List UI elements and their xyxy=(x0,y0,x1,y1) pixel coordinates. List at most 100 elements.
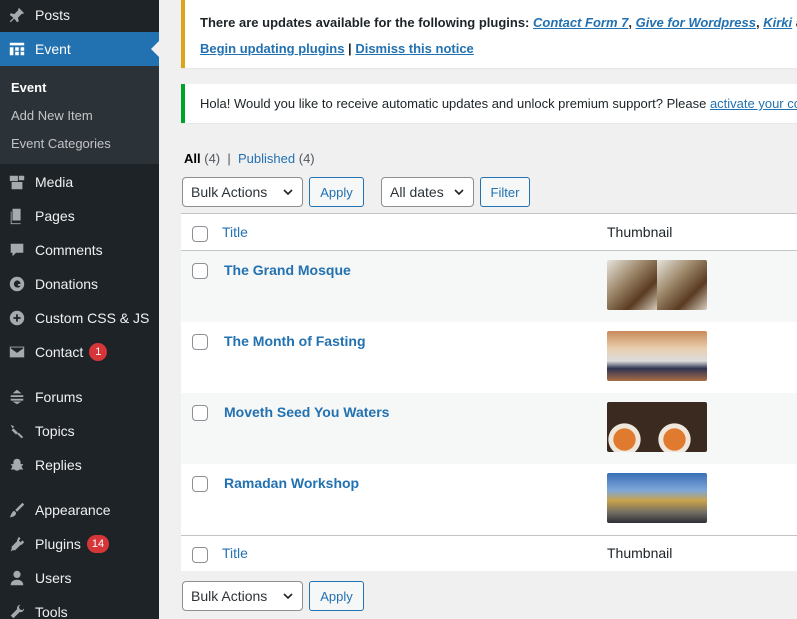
hola-text: Hola! Would you like to receive automati… xyxy=(200,96,710,111)
plugin-link-kirki[interactable]: Kirki xyxy=(763,15,792,30)
sidebar-item-label: Users xyxy=(35,570,72,586)
plug-icon xyxy=(7,534,27,554)
sidebar-item-label: Posts xyxy=(35,7,71,23)
pages-icon xyxy=(7,206,27,226)
wrench-icon xyxy=(7,602,27,619)
sidebar-item-label: Replies xyxy=(35,457,82,473)
subsubsub-views: All (4) | Published (4) xyxy=(184,151,315,166)
updates-actions: Begin updating plugins | Dismiss this no… xyxy=(200,41,474,56)
column-thumbnail-footer: Thumbnail xyxy=(607,545,673,561)
sidebar-item-topics[interactable]: Topics xyxy=(0,414,159,448)
column-title-header[interactable]: Title xyxy=(222,224,248,240)
bulk-actions-value: Bulk Actions xyxy=(191,588,268,604)
media-icon xyxy=(7,172,27,192)
grid-icon xyxy=(7,39,27,59)
column-thumbnail-header: Thumbnail xyxy=(607,224,673,240)
sidebar-item-appearance[interactable]: Appearance xyxy=(0,493,159,527)
begin-updating-link[interactable]: Begin updating plugins xyxy=(200,41,344,56)
row-checkbox[interactable] xyxy=(192,334,208,350)
submenu-item-categories[interactable]: Event Categories xyxy=(11,136,111,151)
plugin-link-give[interactable]: Give for Wordpress xyxy=(636,15,756,30)
activate-copy-link[interactable]: activate your copy xyxy=(710,96,797,111)
row-title-link[interactable]: The Grand Mosque xyxy=(224,262,351,278)
row-title-link[interactable]: Moveth Seed You Waters xyxy=(224,404,389,420)
comment-icon xyxy=(7,240,27,260)
sidebar-item-contact[interactable]: Contact 1 xyxy=(0,335,159,369)
sidebar-item-pages[interactable]: Pages xyxy=(0,199,159,233)
sidebar-item-label: Plugins xyxy=(35,536,81,552)
thumbnail-image xyxy=(607,260,657,310)
select-all-checkbox[interactable] xyxy=(192,226,208,242)
sidebar-item-label: Appearance xyxy=(35,502,111,518)
sidebar-item-label: Media xyxy=(35,174,74,190)
brush-icon xyxy=(7,500,27,520)
sidebar-item-event[interactable]: Event xyxy=(0,32,159,66)
submenu-item-event[interactable]: Event xyxy=(11,80,46,95)
admin-sidebar: Posts Event Event Add New Item Event Cat… xyxy=(0,0,159,619)
sidebar-item-label: Contact xyxy=(35,344,84,360)
submenu-item-add-new[interactable]: Add New Item xyxy=(11,108,93,123)
apply-button-bottom[interactable]: Apply xyxy=(309,581,364,611)
row-thumbnail xyxy=(607,331,707,381)
sidebar-item-label: Custom CSS & JS xyxy=(35,310,150,326)
sidebar-item-replies[interactable]: Replies xyxy=(0,448,159,482)
table-row: Moveth Seed You Waters xyxy=(181,393,797,464)
plugin-updates-notice: There are updates available for the foll… xyxy=(181,0,797,68)
sidebar-item-comments[interactable]: Comments xyxy=(0,233,159,267)
pin-icon xyxy=(7,5,27,25)
apply-button-top[interactable]: Apply xyxy=(309,177,364,207)
sidebar-item-plugins[interactable]: Plugins 14 xyxy=(0,527,159,561)
forums-icon xyxy=(7,387,27,407)
view-all-count: (4) xyxy=(204,151,221,166)
row-title-link[interactable]: Ramadan Workshop xyxy=(224,475,359,491)
column-title-footer[interactable]: Title xyxy=(222,545,248,561)
user-icon xyxy=(7,568,27,588)
table-row: The Grand Mosque xyxy=(181,251,797,322)
topics-icon xyxy=(7,421,27,441)
row-thumbnail xyxy=(607,402,707,452)
sidebar-item-media[interactable]: Media xyxy=(0,165,159,199)
sidebar-item-donations[interactable]: Donations xyxy=(0,267,159,301)
sidebar-item-tools[interactable]: Tools xyxy=(0,595,159,619)
sidebar-item-label: Event xyxy=(35,41,71,57)
bulk-actions-value: Bulk Actions xyxy=(191,184,268,200)
date-filter-select[interactable]: All dates xyxy=(381,177,474,207)
view-published[interactable]: Published xyxy=(238,151,295,166)
row-thumbnail xyxy=(607,260,707,310)
filter-button[interactable]: Filter xyxy=(480,177,530,207)
sidebar-item-label: Tools xyxy=(35,604,68,619)
row-title-link[interactable]: The Month of Fasting xyxy=(224,333,366,349)
sidebar-item-posts[interactable]: Posts xyxy=(0,0,159,32)
table-header: Title Thumbnail xyxy=(181,214,797,251)
plus-circle-icon xyxy=(7,308,27,328)
thumbnail-image xyxy=(607,402,657,452)
event-submenu: Event Add New Item Event Categories xyxy=(0,66,159,164)
row-checkbox[interactable] xyxy=(192,405,208,421)
sidebar-item-label: Forums xyxy=(35,389,83,405)
separator: , xyxy=(628,15,636,30)
sidebar-item-users[interactable]: Users xyxy=(0,561,159,595)
updates-suffix: and xyxy=(792,15,797,30)
chevron-down-icon xyxy=(283,189,293,196)
dismiss-notice-link[interactable]: Dismiss this notice xyxy=(355,41,473,56)
plugins-update-badge: 14 xyxy=(86,535,110,553)
select-all-checkbox-bottom[interactable] xyxy=(192,547,208,563)
sidebar-item-custom-css-js[interactable]: Custom CSS & JS xyxy=(0,301,159,335)
bulk-actions-select-bottom[interactable]: Bulk Actions xyxy=(182,581,303,611)
table-row: The Month of Fasting xyxy=(181,322,797,393)
hola-message: Hola! Would you like to receive automati… xyxy=(200,96,797,111)
premium-support-notice: Hola! Would you like to receive automati… xyxy=(181,84,797,123)
row-checkbox[interactable] xyxy=(192,263,208,279)
view-all[interactable]: All xyxy=(184,151,201,166)
sidebar-item-forums[interactable]: Forums xyxy=(0,380,159,414)
row-checkbox[interactable] xyxy=(192,476,208,492)
thumbnail-image xyxy=(607,331,657,381)
views-separator: | xyxy=(227,151,231,166)
updates-message: There are updates available for the foll… xyxy=(200,15,797,30)
plugin-link-contact-form-7[interactable]: Contact Form 7 xyxy=(533,15,628,30)
chevron-down-icon xyxy=(454,189,464,196)
bulk-actions-select-top[interactable]: Bulk Actions xyxy=(182,177,303,207)
sidebar-item-label: Topics xyxy=(35,423,75,439)
active-indicator xyxy=(151,41,159,57)
table-row: Ramadan Workshop xyxy=(181,464,797,535)
